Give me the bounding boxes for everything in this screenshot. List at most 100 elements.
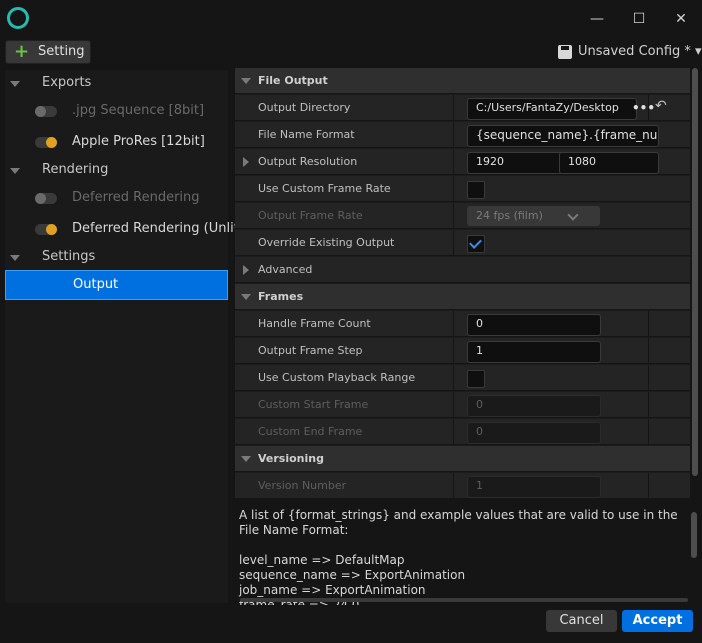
- property-label: Advanced: [258, 263, 313, 276]
- maximize-button[interactable]: ☐: [624, 8, 654, 30]
- file-name-format-input[interactable]: {sequence_name}.{frame_number}: [467, 125, 659, 147]
- override-existing-output-checkbox[interactable]: [467, 235, 485, 253]
- tree-category-exports[interactable]: Exports: [5, 69, 228, 99]
- column-divider: [648, 311, 649, 337]
- config-dropdown[interactable]: Unsaved Config * ▾: [558, 42, 702, 62]
- column-divider: [648, 365, 649, 391]
- tree-item-output[interactable]: Output: [5, 270, 228, 300]
- property-row-output-frame-step: Output Frame Step 1: [235, 338, 690, 364]
- column-divider: [453, 230, 454, 256]
- property-label: Output Directory: [258, 101, 351, 114]
- column-divider: [453, 149, 454, 175]
- property-row-override-existing-output: Override Existing Output: [235, 230, 690, 256]
- enable-toggle[interactable]: [35, 137, 57, 148]
- tree-category-settings[interactable]: Settings: [5, 243, 228, 273]
- resolution-x-input[interactable]: 1920: [467, 152, 565, 174]
- expand-arrow-icon: [243, 265, 249, 275]
- tree-item-deferred-rendering[interactable]: Deferred Rendering: [5, 184, 228, 214]
- config-label: Unsaved Config * ▾: [578, 44, 702, 59]
- frame-rate-dropdown[interactable]: 24 fps (film): [467, 206, 600, 226]
- description-scrollbar[interactable]: [691, 512, 697, 558]
- output-frame-step-input[interactable]: 1: [467, 341, 601, 363]
- section-header-file-output[interactable]: File Output: [235, 68, 690, 94]
- enable-toggle[interactable]: [35, 193, 57, 204]
- custom-end-frame-input[interactable]: 0: [467, 422, 601, 444]
- column-divider: [648, 473, 649, 499]
- enable-toggle[interactable]: [35, 224, 57, 235]
- cancel-button[interactable]: Cancel: [546, 610, 617, 632]
- property-row-output-directory: Output Directory C:/Users/FantaZy/Deskto…: [235, 95, 690, 121]
- use-custom-frame-rate-checkbox[interactable]: [467, 181, 485, 199]
- expand-arrow-icon[interactable]: [243, 157, 249, 167]
- toggle-knob: [46, 137, 57, 148]
- item-label: Output: [73, 277, 119, 292]
- item-label: Deferred Rendering: [72, 190, 200, 205]
- collapse-arrow-icon: [241, 78, 251, 84]
- property-label: Override Existing Output: [258, 236, 395, 249]
- save-disk-icon: [558, 45, 572, 59]
- column-divider: [648, 419, 649, 445]
- column-divider: [453, 203, 454, 229]
- property-row-advanced[interactable]: Advanced: [235, 257, 690, 283]
- column-divider: [453, 365, 454, 391]
- add-setting-button[interactable]: + Setting: [5, 40, 91, 64]
- section-title: File Output: [258, 74, 328, 87]
- property-row-custom-start-frame: Custom Start Frame 0: [235, 392, 690, 418]
- property-label: File Name Format: [258, 128, 355, 141]
- column-divider: [453, 176, 454, 202]
- section-title: Frames: [258, 290, 304, 303]
- column-divider: [648, 392, 649, 418]
- collapse-arrow-icon: [241, 294, 251, 300]
- property-label: Handle Frame Count: [258, 317, 371, 330]
- property-row-version-number: Version Number 1: [235, 473, 690, 499]
- browse-ellipsis-icon[interactable]: •••: [632, 101, 655, 115]
- custom-start-frame-input[interactable]: 0: [467, 395, 601, 417]
- category-label: Rendering: [42, 162, 109, 177]
- toggle-knob: [46, 224, 57, 235]
- item-label: Deferred Rendering (Unlit): [72, 221, 244, 236]
- tree-category-rendering[interactable]: Rendering: [5, 156, 228, 186]
- collapse-arrow-icon: [10, 81, 20, 87]
- column-divider: [453, 95, 454, 121]
- property-row-output-frame-rate: Output Frame Rate 24 fps (film): [235, 203, 690, 229]
- column-divider: [453, 338, 454, 364]
- item-label: .jpg Sequence [8bit]: [72, 103, 205, 118]
- close-button[interactable]: ✕: [666, 8, 696, 30]
- property-row-custom-end-frame: Custom End Frame 0: [235, 419, 690, 445]
- column-divider: [648, 338, 649, 364]
- tree-item-apple-prores[interactable]: Apple ProRes [12bit]: [5, 128, 228, 158]
- handle-frame-count-input[interactable]: 0: [467, 314, 601, 336]
- accept-button[interactable]: Accept: [622, 610, 693, 632]
- collapse-arrow-icon: [241, 456, 251, 462]
- column-divider: [453, 419, 454, 445]
- tree-item-deferred-rendering-unlit[interactable]: Deferred Rendering (Unlit): [5, 215, 244, 245]
- column-divider: [648, 95, 649, 121]
- category-label: Settings: [42, 249, 96, 264]
- resolution-y-input[interactable]: 1080: [559, 152, 659, 174]
- chevron-down-icon: [567, 209, 579, 221]
- description-horizontal-scrollbar[interactable]: [240, 598, 688, 602]
- checkmark-icon: [469, 236, 482, 249]
- plus-icon: +: [14, 41, 30, 62]
- section-header-versioning[interactable]: Versioning: [235, 446, 690, 472]
- property-label: Custom End Frame: [258, 425, 363, 438]
- column-divider: [453, 473, 454, 499]
- description-box: A list of {format_strings} and example v…: [235, 504, 699, 612]
- item-label: Apple ProRes [12bit]: [72, 134, 205, 149]
- add-setting-label: Setting: [38, 44, 85, 59]
- enable-toggle[interactable]: [35, 106, 57, 117]
- property-label: Use Custom Frame Rate: [258, 182, 391, 195]
- section-header-frames[interactable]: Frames: [235, 284, 690, 310]
- details-scrollbar[interactable]: [692, 68, 698, 476]
- version-number-input[interactable]: 1: [467, 476, 601, 498]
- frame-rate-value: 24 fps (film): [476, 209, 543, 222]
- property-row-output-resolution: Output Resolution 1920 1080: [235, 149, 690, 175]
- tree-item-jpg-sequence[interactable]: .jpg Sequence [8bit]: [5, 97, 228, 127]
- use-custom-playback-range-checkbox[interactable]: [467, 370, 485, 388]
- output-directory-input[interactable]: C:/Users/FantaZy/Desktop: [467, 98, 637, 120]
- app-logo-icon: [7, 7, 29, 29]
- property-label: Output Frame Rate: [258, 209, 363, 222]
- minimize-button[interactable]: —: [582, 8, 612, 30]
- column-divider: [453, 392, 454, 418]
- reset-arrow-icon[interactable]: ↶: [655, 98, 667, 114]
